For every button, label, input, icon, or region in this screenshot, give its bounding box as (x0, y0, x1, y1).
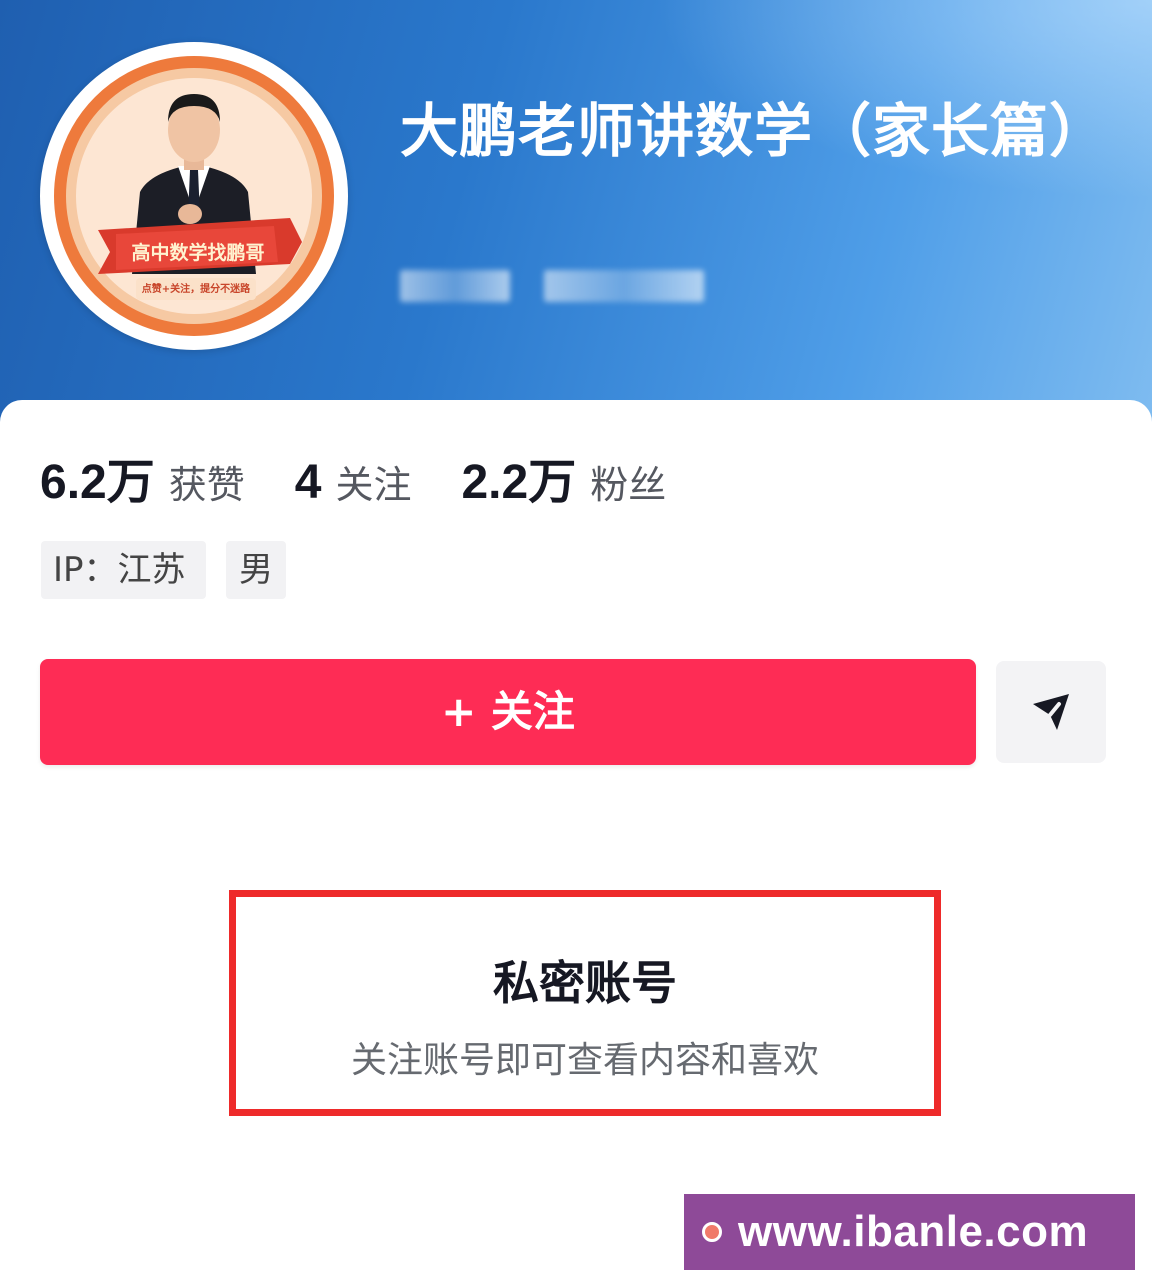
stats-row: 6.2万 获赞 4 关注 2.2万 粉丝 (40, 442, 716, 512)
profile-name: 大鹏老师讲数学（家长篇） (400, 97, 1109, 165)
stat-likes: 6.2万 获赞 (40, 442, 245, 512)
stat-label: 获赞 (168, 463, 245, 507)
user-id-blurred-2 (544, 270, 704, 302)
watermark-dot-icon (702, 1222, 722, 1242)
gender-tag: 男 (226, 541, 286, 599)
private-account-description: 关注账号即可查看内容和喜欢 (350, 1040, 819, 1081)
stat-label: 粉丝 (590, 463, 667, 507)
stat-label: 关注 (335, 463, 412, 507)
stat-value: 6.2万 (40, 456, 155, 509)
avatar-banner-text: 高中数学找鹏哥 (131, 242, 265, 264)
stat-value: 4 (294, 456, 322, 509)
ip-location-tag: IP：江苏 (41, 541, 206, 599)
stat-following[interactable]: 4 关注 (295, 454, 412, 510)
send-icon (1033, 694, 1069, 730)
private-account-notice: 私密账号 关注账号即可查看内容和喜欢 (229, 890, 941, 1116)
watermark-text: www.ibanle.com (738, 1207, 1089, 1256)
private-account-title: 私密账号 (493, 956, 677, 1010)
stat-value: 2.2万 (461, 456, 577, 509)
avatar-slogan-text: 点赞+关注，提分不迷路 (141, 284, 251, 295)
share-button[interactable] (996, 661, 1106, 763)
avatar-portrait-icon (98, 94, 302, 300)
watermark: www.ibanle.com (684, 1194, 1135, 1270)
avatar[interactable]: 高中数学找鹏哥 点赞+关注，提分不迷路 (40, 42, 348, 350)
profile-card (0, 400, 1152, 1286)
follow-button[interactable]: + 关注 (40, 659, 976, 765)
stat-followers[interactable]: 2.2万 粉丝 (461, 442, 666, 512)
user-id-blurred (400, 270, 510, 302)
